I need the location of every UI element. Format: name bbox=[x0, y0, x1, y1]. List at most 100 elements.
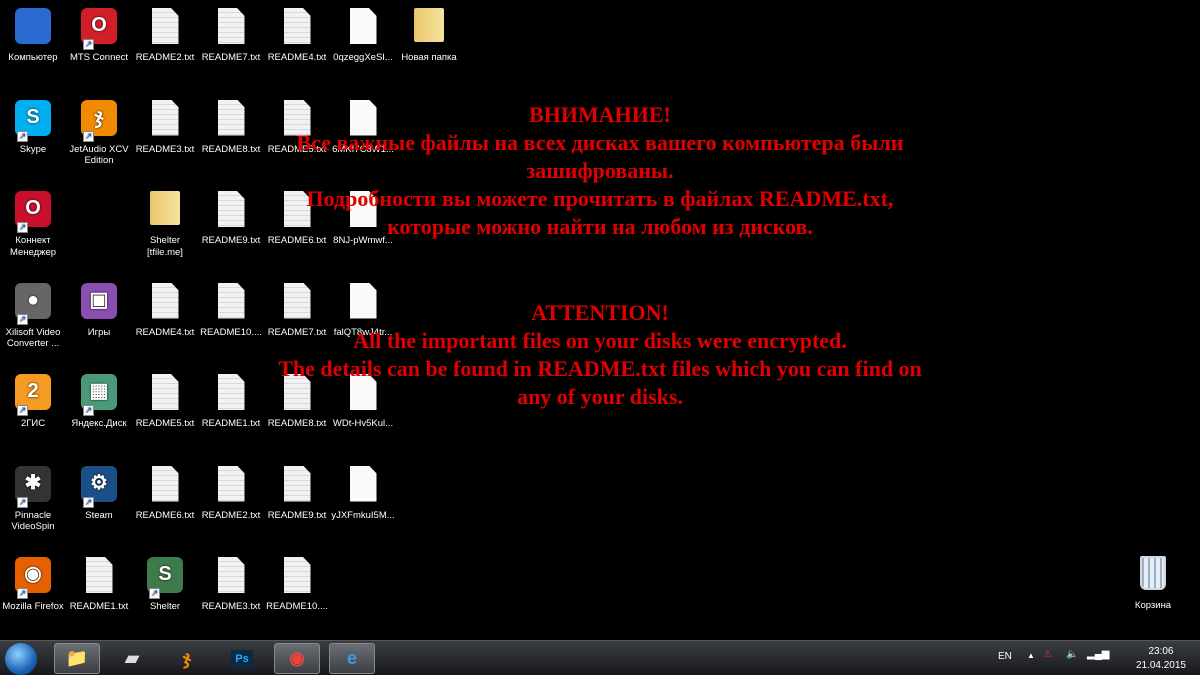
desktop-icon[interactable]: README10.... bbox=[264, 553, 330, 613]
desktop-icon[interactable]: 0qzeggXeSI... bbox=[330, 4, 396, 64]
icon-label: Mozilla Firefox bbox=[2, 601, 64, 612]
games-folder-icon: ▣ bbox=[79, 282, 119, 323]
2gis-icon: 2 ↗ bbox=[13, 374, 53, 416]
folder-icon bbox=[409, 8, 449, 48]
text-file-icon bbox=[145, 8, 185, 48]
desktop-icon[interactable]: 2 ↗ 2ГИС bbox=[0, 370, 66, 430]
message-heading: ВНИМАНИЕ! bbox=[529, 102, 671, 127]
message-line: Все важные файлы на всех дисках вашего к… bbox=[296, 130, 904, 155]
icon-label: Shelter bbox=[149, 601, 181, 612]
language-indicator[interactable]: EN bbox=[998, 651, 1012, 662]
icon-label: README2.txt bbox=[135, 52, 195, 63]
scanner-icon: ▰ bbox=[125, 648, 139, 668]
start-button[interactable] bbox=[5, 643, 37, 675]
taskbar-button-chrome[interactable]: ◉ bbox=[274, 643, 320, 674]
desktop-icon[interactable]: ჯ ↗ JetAudio XCV Edition bbox=[66, 96, 132, 167]
message-line: которые можно найти на любом из дисков. bbox=[387, 214, 813, 239]
desktop-icon-recycle-bin[interactable]: Корзина bbox=[1120, 552, 1186, 612]
icon-label: README1.txt bbox=[69, 601, 129, 612]
shortcut-arrow-icon: ↗ bbox=[17, 130, 28, 142]
desktop-icon[interactable]: ◉ ↗ Mozilla Firefox bbox=[0, 553, 66, 613]
desktop-icon[interactable]: yJXFmkuI5M... bbox=[330, 462, 396, 522]
taskbar-button-scanner[interactable]: ▰ bbox=[109, 643, 155, 674]
shortcut-arrow-icon: ↗ bbox=[17, 496, 28, 508]
desktop-icon[interactable]: ● ↗ Xilisoft Video Converter ... bbox=[0, 279, 66, 350]
icon-label: yJXFmkuI5M... bbox=[331, 509, 395, 521]
desktop-icon[interactable]: Новая папка bbox=[396, 4, 462, 64]
icon-label: Steam bbox=[85, 509, 113, 521]
shortcut-arrow-icon: ↗ bbox=[83, 130, 94, 142]
shortcut-arrow-icon: ↗ bbox=[83, 39, 94, 50]
desktop-icon[interactable]: README6.txt bbox=[132, 462, 198, 522]
desktop-icon[interactable]: ▦ ↗ Яндекс.Диск bbox=[66, 370, 132, 430]
text-file-icon bbox=[277, 465, 317, 506]
shortcut-arrow-icon: ↗ bbox=[149, 588, 160, 599]
desktop-icon[interactable]: README4.txt bbox=[264, 4, 330, 64]
date: 21.04.2015 bbox=[1135, 660, 1186, 671]
shortcut-arrow-icon: ↗ bbox=[17, 588, 28, 599]
icon-label: Корзина bbox=[1134, 600, 1172, 611]
icon-label: Новая папка bbox=[401, 52, 457, 63]
desktop-icon[interactable]: ⚙ ↗ Steam bbox=[66, 462, 132, 522]
icon-label: README5.txt bbox=[135, 418, 195, 429]
icon-label: Компьютер bbox=[8, 52, 58, 63]
message-line: All the important files on your disks we… bbox=[353, 328, 847, 353]
shortcut-arrow-icon: ↗ bbox=[17, 313, 28, 325]
skype-icon: S ↗ bbox=[13, 99, 53, 142]
encrypted-file-icon bbox=[343, 8, 383, 48]
file-explorer-icon: 📁 bbox=[65, 648, 89, 668]
desktop-icon[interactable]: O ↗ Коннект Менеджер bbox=[0, 187, 66, 258]
icon-label: README8.txt bbox=[267, 418, 327, 429]
recycle-bin-icon bbox=[1133, 556, 1173, 596]
clock[interactable]: 23:06 21.04.2015 bbox=[1136, 645, 1186, 673]
desktop-icon[interactable]: README2.txt bbox=[132, 4, 198, 64]
text-file-icon bbox=[277, 557, 317, 597]
desktop-icon[interactable]: README3.txt bbox=[198, 553, 264, 613]
connect-manager-icon: O ↗ bbox=[13, 191, 53, 233]
taskbar-button-internet-explorer[interactable]: e bbox=[329, 643, 375, 674]
shortcut-arrow-icon: ↗ bbox=[83, 405, 94, 416]
desktop-icon[interactable]: S ↗ Skype bbox=[0, 96, 66, 156]
icon-label: Игры bbox=[87, 326, 111, 338]
text-file-icon bbox=[211, 465, 251, 506]
shortcut-arrow-icon: ↗ bbox=[17, 405, 28, 416]
icon-label: Коннект Менеджер bbox=[9, 235, 57, 258]
desktop-icon[interactable]: README1.txt bbox=[66, 553, 132, 613]
desktop-icon[interactable]: ▣ Игры bbox=[66, 279, 132, 339]
network-error-icon[interactable]: ⚠ bbox=[1043, 649, 1052, 660]
message-line: зашифрованы. bbox=[526, 158, 674, 183]
icon-label: README6.txt bbox=[135, 509, 195, 521]
volume-icon[interactable]: 🔈 bbox=[1066, 649, 1078, 660]
message-line: The details can be found in README.txt f… bbox=[278, 356, 922, 381]
icon-label: README3.txt bbox=[201, 601, 261, 612]
jetaudio-icon: ჯ ↗ bbox=[79, 99, 119, 142]
desktop-icon[interactable]: S ↗ Shelter bbox=[132, 553, 198, 613]
chrome-icon: ◉ bbox=[289, 648, 305, 668]
photoshop-icon: Ps bbox=[231, 649, 253, 668]
shortcut-arrow-icon: ↗ bbox=[83, 496, 94, 508]
icon-label: README2.txt bbox=[201, 509, 261, 521]
icon-label: README9.txt bbox=[267, 509, 327, 521]
taskbar-button-explorer[interactable]: 📁 bbox=[54, 643, 100, 674]
taskbar-button-jetaudio[interactable]: ჯ bbox=[164, 643, 210, 674]
taskbar: 📁 ▰ ჯ Ps ◉ e EN ▲ ⚠ 🔈 ▂▄▆ 23:06 21.04.2015 bbox=[0, 640, 1200, 675]
taskbar-button-photoshop[interactable]: Ps bbox=[219, 643, 265, 674]
icon-label: 2ГИС bbox=[20, 418, 46, 429]
ransom-message-russian: ВНИМАНИЕ! Все важные файлы на всех дисках… bbox=[150, 101, 1050, 241]
jetaudio-icon: ჯ bbox=[182, 648, 192, 668]
computer-icon bbox=[13, 8, 53, 48]
show-hidden-icons-button[interactable]: ▲ bbox=[1027, 651, 1035, 660]
icon-label: README1.txt bbox=[201, 418, 261, 429]
desktop-icon[interactable]: Компьютер bbox=[0, 4, 66, 64]
desktop-icon[interactable]: O ↗ MTS Connect bbox=[66, 4, 132, 64]
desktop-icon[interactable]: ✱ ↗ Pinnacle VideoSpin bbox=[0, 462, 66, 533]
message-heading: ATTENTION! bbox=[531, 300, 669, 325]
desktop-icon[interactable]: README7.txt bbox=[198, 4, 264, 64]
text-file-icon bbox=[277, 8, 317, 48]
icon-label: 0qzeggXeSI... bbox=[333, 52, 393, 63]
icon-label: Xilisoft Video Converter ... bbox=[5, 326, 61, 350]
text-file-icon bbox=[211, 557, 251, 597]
desktop-icon[interactable]: README2.txt bbox=[198, 462, 264, 522]
signal-icon[interactable]: ▂▄▆ bbox=[1087, 649, 1109, 660]
desktop-icon[interactable]: README9.txt bbox=[264, 462, 330, 522]
